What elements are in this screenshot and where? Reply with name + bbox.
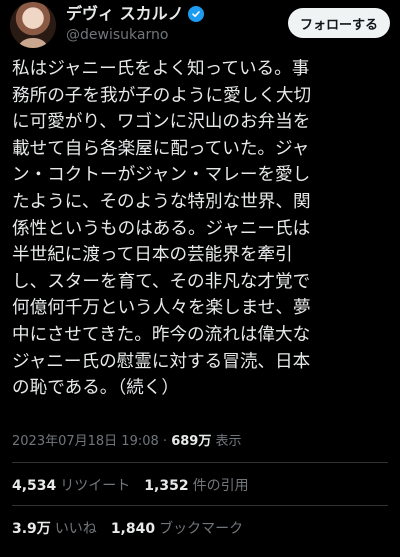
views-count: 689万 (171, 434, 212, 449)
meta-separator: · (162, 434, 168, 449)
likes-count: 3.9万 (12, 521, 51, 537)
retweets-label: リツイート (60, 478, 131, 494)
tweet-text-line: し、スターを育て、その非凡な才覚で (12, 271, 311, 292)
bookmarks-label: ブックマーク (159, 521, 244, 537)
views-label: 表示 (215, 434, 242, 449)
tweet-header: デヴィ スカルノ @dewisukarno フォローする (10, 2, 390, 50)
quotes-count: 1,352 (144, 478, 189, 494)
timestamp[interactable]: 2023年07月18日 19:08 (12, 434, 159, 449)
tweet-text-line: に可愛がり、ワゴンに沢山のお弁当を (12, 112, 311, 133)
author-handle[interactable]: @dewisukarno (66, 27, 168, 43)
quotes-label: 件の引用 (192, 478, 249, 494)
tweet-text-line: 係性というものはある。ジャニー氏は (12, 218, 311, 239)
likes-label: いいね (54, 521, 97, 537)
tweet-text-line: ン・コクトーがジャン・マレーを愛し (12, 165, 311, 186)
quotes-stat[interactable]: 1,352 件の引用 (144, 478, 248, 494)
author-display-name[interactable]: デヴィ スカルノ (66, 4, 184, 24)
tweet-text-line: 中にさせてきた。昨今の流れは偉大な (12, 324, 311, 345)
tweet-text-line: 載せて自ら各楽屋に配っていた。ジャ (12, 138, 310, 159)
tweet-text: 私はジャニー氏をよく知っている。事 務所の子を我が子のように愛しく大切 に可愛が… (12, 56, 386, 402)
engagement-row-1: 4,534 リツイート 1,352 件の引用 (12, 475, 263, 495)
divider (12, 505, 388, 506)
author-name-row[interactable]: デヴィ スカルノ (66, 4, 204, 24)
tweet-text-line: ジャニー氏の慰霊に対する冒涜、日本 (12, 351, 311, 372)
tweet-text-line: たように、そのような特別な世界、関 (12, 191, 311, 212)
tweet-text-line: 務所の子を我が子のように愛しく大切 (12, 85, 312, 106)
tweet-text-line: 何億何千万という人々を楽しませ、夢 (12, 298, 311, 319)
verified-badge-icon (187, 6, 204, 22)
tweet-text-line: 半世紀に渡って日本の芸能界を牽引 (12, 245, 293, 266)
likes-stat[interactable]: 3.9万 いいね (12, 521, 97, 537)
retweets-stat[interactable]: 4,534 リツイート (12, 478, 130, 494)
avatar[interactable] (10, 2, 56, 48)
engagement-row-2: 3.9万 いいね 1,840 ブックマーク (12, 518, 257, 538)
tweet-text-line: の恥である。（続く） (12, 378, 179, 399)
tweet-meta: 2023年07月18日 19:08 · 689万 表示 (12, 430, 241, 449)
bookmarks-count: 1,840 (110, 521, 156, 537)
follow-button[interactable]: フォローする (287, 8, 390, 38)
divider (12, 462, 388, 463)
tweet-text-line: 私はジャニー氏をよく知っている。事 (12, 59, 310, 79)
bookmarks-stat[interactable]: 1,840 ブックマーク (111, 521, 243, 537)
retweets-count: 4,534 (12, 478, 57, 494)
tweet-detail: デヴィ スカルノ @dewisukarno フォローする 私はジャニー氏をよく知… (0, 0, 400, 557)
